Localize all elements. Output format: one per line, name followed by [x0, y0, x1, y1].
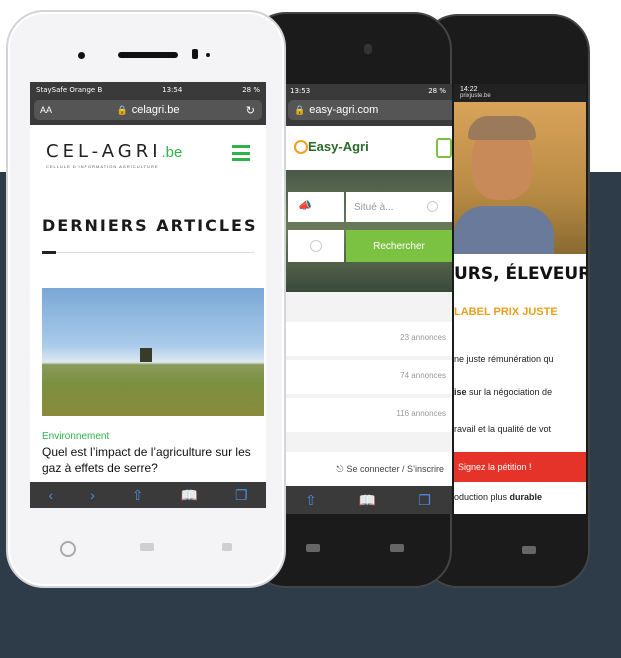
- category-list: 23 annonces 74 annonces 116 annonces: [284, 292, 452, 452]
- hardware-button-right: [522, 546, 536, 554]
- tabs-icon[interactable]: ❐: [418, 492, 431, 509]
- camera-dot: [364, 44, 372, 54]
- site-header: CEL-AGRI.be CELLULE D'INFORMATION AGRICU…: [30, 125, 266, 185]
- camera-dot: [78, 52, 85, 59]
- share-icon[interactable]: ⇧: [132, 487, 144, 504]
- body-line-2: ise sur la négociation de: [454, 387, 552, 397]
- search-button[interactable]: Rechercher: [346, 230, 452, 262]
- hamburger-menu-icon[interactable]: [232, 145, 250, 161]
- back-icon[interactable]: ‹: [48, 487, 53, 503]
- status-bar: 14:22 prixjuste.be: [454, 84, 586, 102]
- url-text: easy-agri.com: [309, 104, 379, 116]
- farmer-photo: [454, 102, 586, 254]
- list-item[interactable]: 116 annonces: [284, 398, 452, 432]
- speaker-grill: [118, 52, 178, 58]
- clear-icon: [310, 240, 322, 252]
- reload-icon[interactable]: ↻: [246, 104, 255, 117]
- article-title[interactable]: Quel est l’impact de l’agriculture sur l…: [42, 444, 264, 476]
- hardware-button-middle: [140, 543, 154, 551]
- sensor-dot: [206, 53, 210, 57]
- list-item-count: 116 annonces: [396, 409, 446, 418]
- phone-celagri: StaySafe Orange B 13:54 28 % AA 🔒 celagr…: [6, 10, 286, 588]
- list-item[interactable]: 23 annonces: [284, 322, 452, 356]
- browser-toolbar: ⇧ 📖 ❐: [284, 486, 452, 514]
- search-hero: 📣 Situé à... Rechercher: [284, 170, 452, 292]
- section-title: DERNIERS ARTICLES: [42, 216, 258, 235]
- login-bar[interactable]: ⎋ Se connecter / S’inscrire: [284, 452, 452, 486]
- hardware-button-right: [222, 543, 232, 551]
- site-header: Easy-Agri: [284, 126, 452, 171]
- logo-suffix: .be: [161, 144, 183, 161]
- target-icon: [427, 201, 438, 212]
- url-box[interactable]: 🔒 easy-agri.com: [288, 100, 452, 120]
- status-time: 13:54: [162, 85, 183, 94]
- url-box[interactable]: AA 🔒 celagri.be ↻: [34, 100, 262, 120]
- location-placeholder: Situé à...: [354, 201, 394, 213]
- body-line-2-bold: ise: [454, 387, 467, 397]
- farmer-cap: [468, 116, 536, 140]
- megaphone-icon: 📣: [298, 200, 312, 212]
- category-select[interactable]: [288, 230, 344, 262]
- harvester-shape: [140, 348, 152, 362]
- body-line-3: ravail et la qualité de vot: [454, 424, 552, 434]
- list-item-count: 23 annonces: [400, 333, 446, 342]
- fingerprint-icon: [60, 541, 76, 557]
- section-divider: [42, 251, 254, 254]
- lock-icon: 🔒: [294, 104, 306, 115]
- easyagri-logo: Easy-Agri: [308, 139, 369, 154]
- keyword-input[interactable]: 📣: [288, 192, 344, 222]
- login-link: Se connecter / S’inscrire: [346, 464, 444, 474]
- article-image[interactable]: [42, 288, 264, 416]
- hardware-button-right: [390, 544, 404, 552]
- list-item-count: 74 annonces: [400, 371, 446, 380]
- status-battery: 28 %: [428, 87, 446, 95]
- text-size-button[interactable]: AA: [40, 105, 52, 115]
- status-battery: 28 %: [242, 85, 260, 94]
- sensor-dot: [192, 49, 198, 59]
- menu-icon[interactable]: [436, 138, 452, 158]
- logo-tagline: CELLULE D'INFORMATION AGRICULTURE: [46, 164, 159, 169]
- body-line-4: oduction plus durable: [454, 492, 542, 502]
- status-bar: 13:53 28 %: [284, 84, 452, 98]
- url-text: celagri.be: [131, 104, 180, 116]
- body-line-4-bold: durable: [509, 492, 543, 502]
- location-input[interactable]: Situé à...: [346, 192, 452, 222]
- hardware-button-left: [306, 544, 320, 552]
- browser-toolbar: ‹ › ⇧ 📖 ❐: [30, 482, 266, 508]
- forward-icon[interactable]: ›: [90, 487, 95, 503]
- list-item[interactable]: 74 annonces: [284, 360, 452, 394]
- label-heading: LABEL PRIX JUSTE: [454, 306, 558, 318]
- article-category[interactable]: Environnement: [42, 431, 109, 442]
- page-heading: URS, ÉLEVEURS: [454, 264, 586, 284]
- petition-button[interactable]: Signez la pétition !: [454, 452, 586, 482]
- lock-icon: 🔒: [116, 104, 128, 115]
- easyagri-logo-icon: [294, 140, 308, 154]
- login-icon: ⎋: [336, 463, 344, 474]
- prixjuste-screen: 14:22 prixjuste.be URS, ÉLEVEURS LABEL P…: [454, 84, 586, 514]
- body-line-4-pre: oduction plus: [454, 492, 510, 502]
- status-bar: StaySafe Orange B 13:54 28 %: [30, 82, 266, 97]
- share-icon[interactable]: ⇧: [305, 492, 317, 509]
- status-time: 14:22: [460, 86, 478, 93]
- url-text[interactable]: prixjuste.be: [460, 93, 580, 99]
- body-line-1: ne juste rémunération qu: [454, 354, 554, 364]
- status-carrier: StaySafe Orange B: [36, 85, 103, 94]
- tabs-icon[interactable]: ❐: [235, 487, 248, 504]
- search-button-label: Rechercher: [373, 240, 425, 252]
- url-bar: 🔒 easy-agri.com: [284, 98, 452, 126]
- status-time: 13:53: [290, 87, 311, 95]
- celagri-screen: StaySafe Orange B 13:54 28 % AA 🔒 celagr…: [30, 82, 266, 508]
- farmer-shirt: [454, 206, 554, 254]
- celagri-logo[interactable]: CEL-AGRI.be CELLULE D'INFORMATION AGRICU…: [46, 141, 182, 169]
- petition-button-label: Signez la pétition !: [458, 462, 532, 472]
- bookmarks-icon[interactable]: 📖: [359, 492, 376, 509]
- logo-main: CEL-AGRI: [46, 141, 162, 162]
- body-line-2-rest: sur la négociation de: [466, 387, 553, 397]
- url-bar: AA 🔒 celagri.be ↻: [30, 97, 266, 125]
- bookmarks-icon[interactable]: 📖: [181, 487, 198, 504]
- easyagri-screen: 13:53 28 % 🔒 easy-agri.com Easy-Agri 📣 S…: [284, 84, 452, 514]
